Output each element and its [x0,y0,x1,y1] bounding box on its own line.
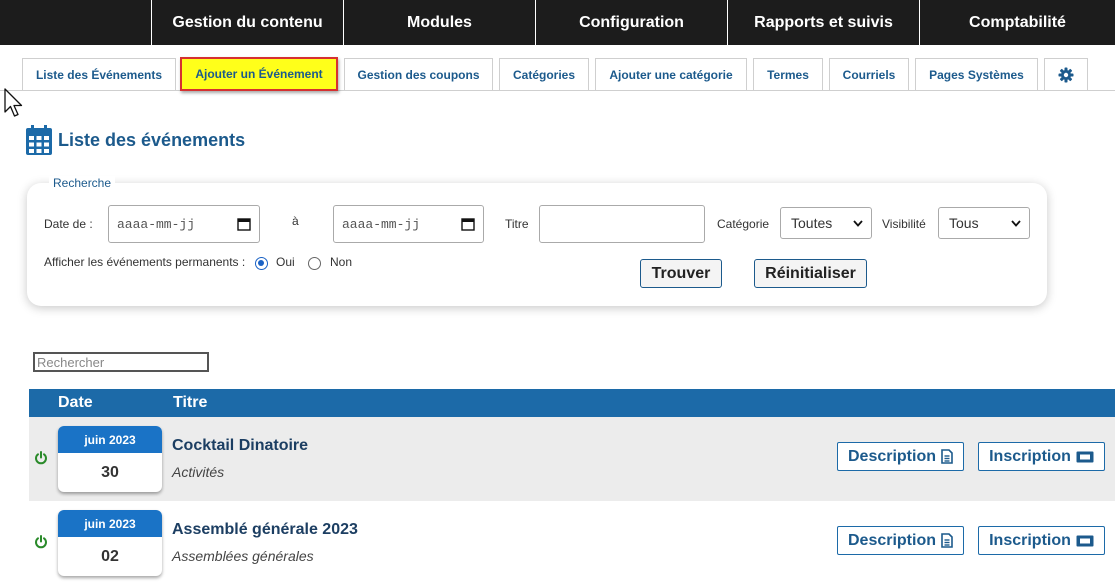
chevron-down-icon [1011,219,1021,227]
chevron-down-icon [853,219,863,227]
date-to-placeholder: aaaa-mm-jj [342,216,421,232]
date-badge-month: juin 2023 [58,510,162,537]
table-row: juin 2023 30 Cocktail Dinatoire Activité… [29,417,1115,501]
title-label: Titre [505,217,529,231]
permanent-no-radio[interactable] [308,257,321,270]
event-category: Activités [172,464,225,480]
document-icon [941,449,953,464]
top-navigation: Gestion du contenu Modules Configuration… [0,0,1115,45]
category-label: Catégorie [717,217,770,231]
page-title-text: Liste des événements [58,129,246,150]
reset-button[interactable]: Réinitialiser [754,259,867,288]
power-icon[interactable] [34,535,48,549]
nav-configuration[interactable]: Configuration [535,0,727,45]
date-to-label: à [292,214,299,228]
search-panel [27,183,1047,306]
tab-add-event[interactable]: Ajouter un Événement [180,57,338,91]
permanent-no-label: Non [330,255,353,269]
document-icon [941,533,953,548]
visibility-select[interactable]: Tous [938,207,1030,239]
date-from-placeholder: aaaa-mm-jj [117,216,196,232]
register-button[interactable]: Inscription [978,526,1105,555]
table-search-input[interactable]: Rechercher [33,352,209,372]
nav-accounting[interactable]: Comptabilité [919,0,1115,45]
title-input[interactable] [539,205,705,243]
visibility-select-value: Tous [949,215,979,231]
tab-system-pages[interactable]: Pages Systèmes [915,58,1038,90]
visibility-label: Visibilité [882,217,926,231]
nav-content-management[interactable]: Gestion du contenu [151,0,343,45]
register-button-label: Inscription [989,447,1071,465]
permanent-yes-label: Oui [276,255,295,269]
date-badge-day: 02 [101,547,119,565]
tab-settings[interactable] [1044,58,1088,90]
date-to-input[interactable]: aaaa-mm-jj [333,205,484,243]
date-badge: juin 2023 02 [58,510,162,576]
date-badge-day: 30 [101,463,119,481]
tab-terms[interactable]: Termes [753,58,823,90]
event-title[interactable]: Assemblé générale 2023 [172,521,358,539]
search-legend: Recherche [49,176,116,190]
power-icon[interactable] [34,451,48,465]
tabs-divider [0,90,1115,91]
tab-coupons[interactable]: Gestion des coupons [344,58,493,90]
date-badge-month: juin 2023 [58,426,162,453]
description-button[interactable]: Description [837,526,964,555]
calendar-picker-icon[interactable] [461,217,475,231]
tab-event-list[interactable]: Liste des Événements [22,58,176,90]
tab-add-category[interactable]: Ajouter une catégorie [595,58,747,90]
event-title[interactable]: Cocktail Dinatoire [172,437,308,455]
calendar-icon [26,125,52,155]
tab-emails[interactable]: Courriels [829,58,909,90]
page-title: Liste des événements [26,125,245,155]
gear-icon [1058,67,1074,82]
event-category: Assemblées générales [172,548,314,564]
category-select-value: Toutes [791,215,833,231]
description-button-label: Description [847,531,936,549]
nav-modules[interactable]: Modules [343,0,535,45]
date-from-label: Date de : [44,217,93,231]
find-button[interactable]: Trouver [640,259,722,288]
calendar-picker-icon[interactable] [237,217,251,231]
table-header: Date Titre [29,389,1115,417]
register-button-label: Inscription [989,531,1071,549]
column-header-title[interactable]: Titre [173,394,207,412]
ticket-icon [1076,451,1094,462]
permanent-yes-radio[interactable] [255,257,268,270]
nav-reports[interactable]: Rapports et suivis [727,0,919,45]
column-header-date[interactable]: Date [58,394,93,412]
description-button-label: Description [847,447,936,465]
table-row: juin 2023 02 Assemblé générale 2023 Asse… [29,501,1115,585]
category-select[interactable]: Toutes [780,207,872,239]
ticket-icon [1076,535,1094,546]
tab-categories[interactable]: Catégories [499,58,589,90]
description-button[interactable]: Description [837,442,964,471]
date-badge: juin 2023 30 [58,426,162,492]
permanent-events-label: Afficher les événements permanents : [44,255,246,269]
date-from-input[interactable]: aaaa-mm-jj [108,205,260,243]
mouse-cursor-icon [4,88,23,117]
register-button[interactable]: Inscription [978,442,1105,471]
